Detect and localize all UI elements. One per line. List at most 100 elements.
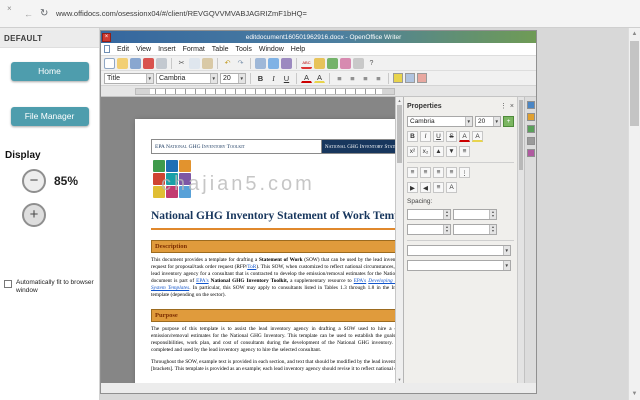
epa-link[interactable]: EPA's (354, 278, 367, 284)
sidebar-size-combo[interactable]: 20 ▼ (475, 116, 501, 127)
spin-down-icon[interactable]: ▼ (443, 229, 450, 234)
superscript-icon[interactable]: x² (407, 146, 418, 157)
font-color-icon[interactable]: A (301, 74, 312, 83)
help-icon[interactable]: ? (366, 58, 377, 69)
browser-scrollbar[interactable]: ▲ ▼ (628, 28, 640, 400)
line-spacing-combo[interactable]: ▼ (407, 245, 511, 256)
scroll-up-icon[interactable]: ▲ (396, 98, 403, 103)
scrollbar-thumb[interactable] (519, 100, 523, 170)
increase-size-icon[interactable]: ▲ (433, 146, 444, 157)
save-icon[interactable] (130, 58, 141, 69)
fit-checkbox[interactable] (4, 280, 12, 288)
numbered-list-icon[interactable] (393, 73, 403, 83)
new-document-icon[interactable] (104, 58, 115, 69)
gallery-icon[interactable] (340, 58, 351, 69)
document-page[interactable]: EPA National GHG Inventory Toolkit Natio… (135, 119, 395, 383)
cut-icon[interactable]: ✂ (176, 58, 187, 69)
align-justify-icon[interactable]: ≡ (373, 73, 384, 84)
menu-view[interactable]: View (136, 46, 151, 53)
spin-down-icon[interactable]: ▼ (489, 229, 496, 234)
writer-titlebar[interactable]: × editdocument160501962916.docx - OpenOf… (101, 31, 536, 43)
insert-table-icon[interactable] (255, 58, 266, 69)
align-left-icon[interactable]: ≡ (334, 73, 345, 84)
home-button[interactable]: Home (11, 62, 89, 81)
character-spacing-icon[interactable]: ≡ (459, 146, 470, 157)
tor-link[interactable]: ToR (247, 264, 256, 270)
epa-link[interactable]: EPA's (196, 278, 209, 284)
spacing-above-field[interactable]: ▲ ▼ (407, 209, 451, 220)
menu-help[interactable]: Help (291, 46, 305, 53)
navigator-tab-icon[interactable] (527, 137, 535, 145)
highlight-color-icon[interactable]: A (314, 74, 325, 83)
chevron-down-icon[interactable]: ▼ (238, 74, 245, 83)
copy-icon[interactable] (189, 58, 200, 69)
align-center-icon[interactable]: ≡ (420, 167, 431, 178)
bullet-list-icon[interactable] (405, 73, 415, 83)
paragraph-color-icon[interactable]: A (446, 182, 457, 193)
styles-tab-icon[interactable] (527, 113, 535, 121)
align-right-icon[interactable]: ≡ (433, 167, 444, 178)
paste-icon[interactable] (202, 58, 213, 69)
document-scrollbar[interactable]: ▲ ▼ (395, 97, 403, 383)
align-justify-icon[interactable]: ≡ (446, 167, 457, 178)
print-icon[interactable] (156, 58, 167, 69)
italic-icon[interactable]: I (268, 73, 279, 84)
insert-tab-icon[interactable] (527, 149, 535, 157)
indent-before-field[interactable]: ▲ ▼ (407, 224, 451, 235)
properties-scrollbar[interactable] (517, 97, 524, 383)
page-format-combo[interactable]: ▼ (407, 260, 511, 271)
align-center-icon[interactable]: ≡ (347, 73, 358, 84)
scroll-down-icon[interactable]: ▼ (396, 377, 403, 382)
chevron-down-icon[interactable]: ▼ (503, 261, 510, 270)
hyperlink-icon[interactable] (268, 58, 279, 69)
font-color-icon[interactable]: A (459, 131, 470, 142)
scroll-up-icon[interactable]: ▲ (629, 31, 640, 37)
chevron-down-icon[interactable]: ▼ (503, 246, 510, 255)
spin-down-icon[interactable]: ▼ (489, 214, 496, 219)
refresh-icon[interactable]: ↻ (40, 9, 48, 19)
navigator-icon[interactable] (327, 58, 338, 69)
address-bar[interactable]: www.offidocs.com/osessionx04/#/client/RE… (56, 9, 556, 21)
menu-table[interactable]: Table (212, 46, 229, 53)
bullet-list-icon[interactable]: ⋮ (459, 167, 470, 178)
back-icon[interactable]: ← (24, 10, 33, 19)
strikethrough-icon[interactable]: S (446, 131, 457, 142)
align-right-icon[interactable]: ≡ (360, 73, 371, 84)
export-pdf-icon[interactable] (143, 58, 154, 69)
panel-close-icon[interactable]: × (510, 103, 514, 110)
menu-edit[interactable]: Edit (117, 46, 129, 53)
chevron-down-icon[interactable]: ▼ (493, 117, 500, 126)
line-spacing-icon[interactable]: ≡ (433, 182, 444, 193)
menu-window[interactable]: Window (259, 46, 284, 53)
menu-format[interactable]: Format (183, 46, 205, 53)
bold-icon[interactable]: B (255, 73, 266, 84)
align-left-icon[interactable]: ≡ (407, 167, 418, 178)
scrollbar-thumb[interactable] (397, 105, 402, 163)
zoom-icon[interactable] (353, 58, 364, 69)
horizontal-ruler[interactable] (101, 86, 536, 97)
menu-insert[interactable]: Insert (158, 46, 176, 53)
underline-icon[interactable]: U (281, 73, 292, 84)
spacing-below-field[interactable]: ▲ ▼ (453, 209, 497, 220)
chevron-down-icon[interactable]: ▼ (465, 117, 472, 126)
menu-tools[interactable]: Tools (236, 46, 252, 53)
properties-tab-icon[interactable] (527, 101, 535, 109)
file-manager-button[interactable]: File Manager (11, 107, 89, 126)
tab-close-icon[interactable]: × (7, 4, 12, 13)
sidebar-font-combo[interactable]: Cambria ▼ (407, 116, 473, 127)
open-icon[interactable] (117, 58, 128, 69)
window-close-icon[interactable]: × (102, 33, 111, 42)
underline-icon[interactable]: U (433, 131, 444, 142)
chevron-down-icon[interactable]: ▼ (146, 74, 153, 83)
zoom-out-button[interactable]: − (22, 169, 46, 193)
undo-icon[interactable]: ↶ (222, 58, 233, 69)
scroll-down-icon[interactable]: ▼ (629, 391, 640, 397)
bold-icon[interactable]: B (407, 131, 418, 142)
spellcheck-icon[interactable]: ABC (301, 58, 312, 69)
paragraph-background-icon[interactable] (417, 73, 427, 83)
gallery-tab-icon[interactable] (527, 125, 535, 133)
font-size-combo[interactable]: 20 ▼ (220, 73, 246, 84)
scrollbar-thumb[interactable] (630, 41, 639, 126)
font-name-combo[interactable]: Cambria ▼ (156, 73, 218, 84)
decrease-indent-icon[interactable]: ◀ (420, 182, 431, 193)
